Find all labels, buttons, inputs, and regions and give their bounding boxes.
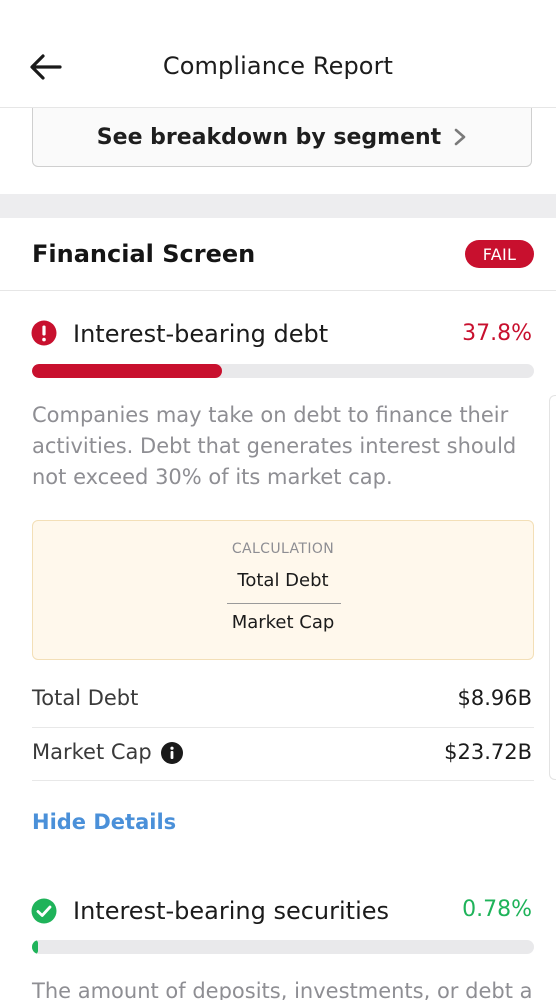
total-debt-value: $8.96B — [457, 686, 532, 710]
debt-label: Interest-bearing debt — [73, 320, 329, 348]
securities-label: Interest-bearing securities — [73, 897, 390, 925]
market-cap-label: Market Cap — [32, 740, 152, 764]
securities-percent: 0.78% — [462, 897, 532, 922]
debt-progress-fill — [32, 364, 222, 378]
debt-percent: 37.8% — [462, 321, 532, 346]
app-header: Compliance Report — [0, 0, 556, 108]
financial-screen-title: Financial Screen — [32, 240, 256, 268]
see-breakdown-button[interactable]: See breakdown by segment — [32, 108, 532, 167]
row-divider — [32, 780, 534, 781]
row-divider — [32, 727, 534, 728]
debt-progress-bar — [32, 364, 534, 378]
calculation-box: CALCULATION Total Debt Market Cap — [32, 520, 534, 660]
calculation-denominator: Market Cap — [231, 612, 335, 633]
securities-description: The amount of deposits, investments, or … — [32, 979, 533, 1000]
check-icon — [31, 898, 57, 924]
securities-progress-fill — [32, 940, 38, 954]
alert-icon — [31, 320, 57, 346]
total-debt-label: Total Debt — [32, 686, 139, 710]
see-breakdown-label: See breakdown by segment — [96, 124, 442, 150]
hide-details-link[interactable]: Hide Details — [32, 810, 176, 834]
chevron-right-icon — [454, 128, 466, 146]
securities-progress-bar — [32, 940, 534, 954]
status-badge: FAIL — [465, 240, 534, 268]
calculation-numerator: Total Debt — [237, 570, 329, 591]
debt-description: Companies may take on debt to finance th… — [32, 403, 517, 489]
calculation-label: CALCULATION — [231, 541, 335, 557]
side-panel-edge — [549, 395, 556, 780]
fraction-line — [227, 603, 341, 604]
info-icon[interactable] — [161, 742, 183, 764]
market-cap-value: $23.72B — [444, 740, 532, 764]
divider — [0, 290, 556, 291]
section-separator — [0, 194, 556, 218]
page-title: Compliance Report — [162, 52, 394, 80]
